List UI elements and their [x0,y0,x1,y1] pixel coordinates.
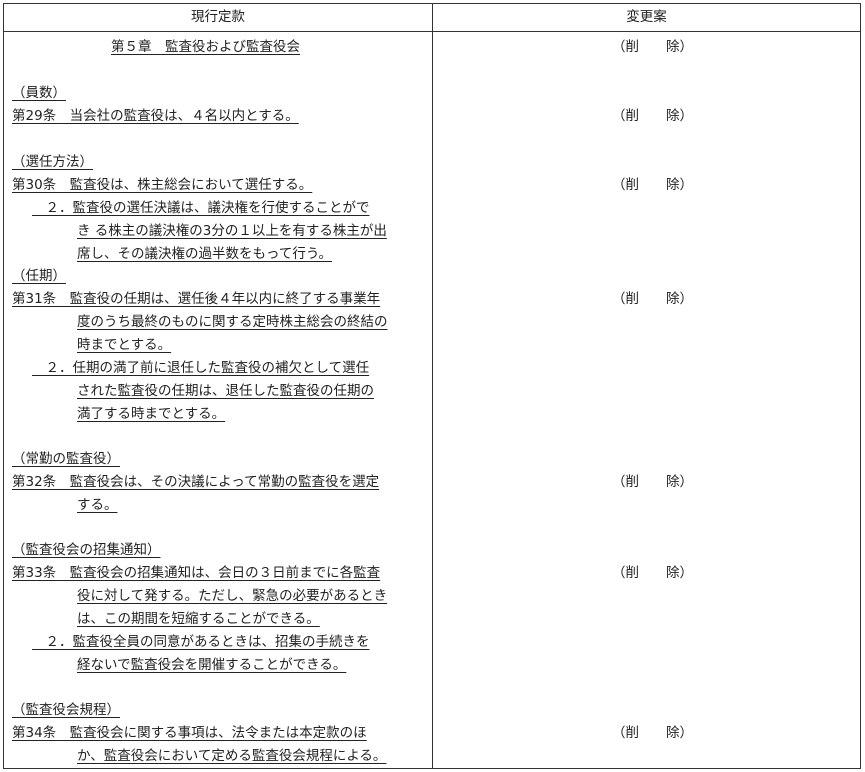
article-30-heading: （選任方法） [12,154,93,170]
deleted-article-31: （削 除） [612,291,693,307]
article-29-line: 第29条 当会社の監査役は、４名以内とする。 [12,108,299,124]
article-33-heading: （監査役会の招集通知） [12,542,161,558]
article-33-line: は、この期間を短縮することができる。 [77,611,320,627]
article-34-line: 第34条 監査役会に関する事項は、法令または本定款のほ [12,725,367,741]
deleted-article-33: （削 除） [612,565,693,581]
article-31-line: された監査役の任期は、退任した監査役の任期の [77,383,374,399]
column-divider [432,4,433,768]
header-current-articles: 現行定款 [191,9,245,25]
article-30-line: き る株主の議決権の3分の１以上を有する株主が出 [77,223,387,239]
article-29-heading: （員数） [12,85,66,101]
article-30-line: 第30条 監査役は、株主総会において選任する。 [12,177,313,193]
deleted-chapter: （削 除） [612,39,693,55]
article-32-line: する。 [77,497,118,513]
article-33-line: ２．監査役全員の同意があるときは、招集の手続きを [32,634,370,650]
articles-comparison-table: 現行定款 変更案 第５章 監査役および監査役会 （削 除） （員数） 第29条 … [3,3,861,769]
article-33-line: 役に対して発する。ただし、緊急の必要があるとき [77,588,388,604]
article-31-line: ２．任期の満了前に退任した監査役の補欠として選任 [32,360,370,376]
article-30-line: 席し、その議決権の過半数をもって行う。 [77,246,333,262]
article-31-line: 第31条 監査役の任期は、選任後４年以内に終了する事業年 [12,291,381,307]
article-31-line: 度のうち最終のものに関する定時株主総会の終結の [77,314,388,330]
deleted-article-34: （削 除） [612,725,693,741]
article-31-line: 時までとする。 [77,337,172,353]
header-proposed-changes: 変更案 [626,9,667,25]
deleted-article-32: （削 除） [612,474,693,490]
article-30-line: ２．監査役の選任決議は、議決権を行使することがで [32,200,370,216]
article-32-line: 第32条 監査役会は、その決議によって常勤の監査役を選定 [12,474,380,490]
article-31-line: 満了する時までとする。 [77,406,226,422]
article-33-line: 経ないで監査役会を開催することができる。 [77,657,347,673]
article-32-heading: （常勤の監査役） [12,451,120,467]
article-34-line: か、監査役会において定める監査役会規程による。 [77,748,387,764]
article-31-heading: （任期） [12,268,66,284]
chapter-title: 第５章 監査役および監査役会 [111,39,300,55]
article-33-line: 第33条 監査役会の招集通知は、会日の３日前までに各監査 [12,565,381,581]
deleted-article-29: （削 除） [612,108,693,124]
article-34-heading: （監査役会規程） [12,702,120,718]
header-divider [4,31,860,32]
deleted-article-30: （削 除） [612,177,693,193]
